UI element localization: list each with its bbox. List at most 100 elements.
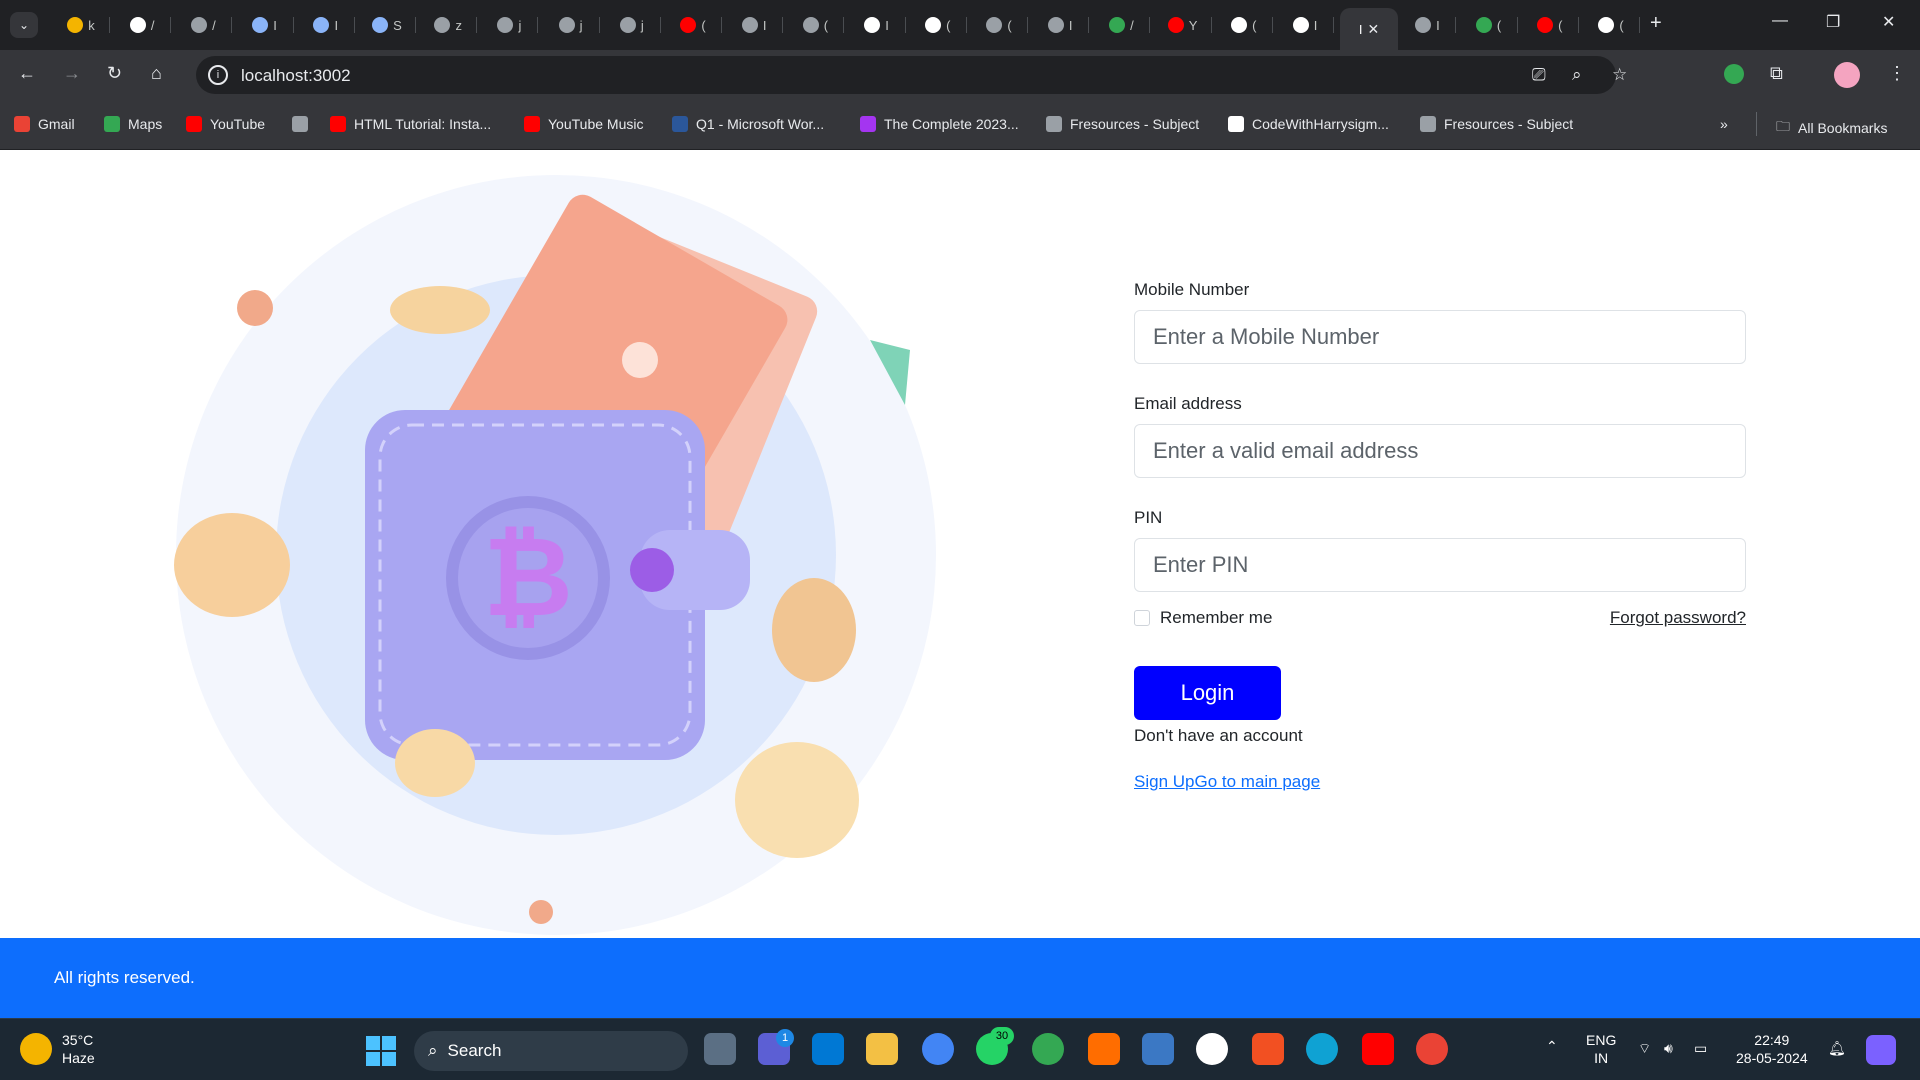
github-icon[interactable] (1196, 1033, 1228, 1065)
mobile-number-input[interactable] (1134, 310, 1746, 364)
browser-tab[interactable]: I (297, 8, 355, 42)
wallet: ₿ (365, 410, 750, 760)
notification-bell-icon[interactable]: 🔔︎ (1828, 1039, 1846, 1057)
restore-icon[interactable]: ❐ (1826, 12, 1840, 32)
bookmark-item[interactable]: Maps (104, 116, 162, 132)
task-view-icon[interactable] (704, 1033, 736, 1065)
back-arrow-icon[interactable]: ← (18, 63, 36, 84)
browser-tab[interactable]: k (52, 8, 110, 42)
browser-tab[interactable]: j (542, 8, 600, 42)
copilot-icon[interactable] (1866, 1035, 1896, 1065)
bookmark-item[interactable]: YouTube Music (524, 116, 643, 132)
forgot-password-link[interactable]: Forgot password? (1610, 608, 1746, 628)
vscode-icon[interactable] (812, 1033, 844, 1065)
python-icon[interactable] (1142, 1033, 1174, 1065)
browser-tab[interactable]: ( (970, 8, 1028, 42)
url-text[interactable]: localhost:3002 (241, 66, 351, 86)
browser-tab[interactable]: j (480, 8, 539, 42)
start-windows-icon[interactable] (366, 1036, 396, 1066)
close-window-icon[interactable]: ✕ (1882, 12, 1895, 32)
bookmark-item[interactable]: HTML Tutorial: Insta... (330, 116, 491, 132)
browser-tab[interactable]: / (113, 8, 172, 42)
tab-label: ( (946, 17, 951, 33)
browser-tab[interactable]: I (725, 8, 784, 42)
tab-favicon-icon (558, 17, 575, 33)
browser-tab[interactable]: I (236, 8, 294, 42)
battery-icon[interactable]: ▭ (1694, 1039, 1707, 1057)
extension-green-icon[interactable] (1724, 64, 1744, 84)
bookmark-star-icon[interactable]: ☆ (1612, 65, 1627, 85)
all-bookmarks-button[interactable]: 🗀 All Bookmarks (1776, 116, 1887, 140)
weather-widget[interactable]: 35°C Haze (20, 1031, 95, 1067)
chrome-profile-icon[interactable] (1032, 1033, 1064, 1065)
wifi-icon[interactable]: ⌔ (1638, 1039, 1651, 1057)
remember-me-checkbox[interactable] (1134, 610, 1150, 626)
close-tab-icon[interactable]: ✕ (1367, 21, 1379, 38)
browser-tab[interactable]: ( (909, 8, 967, 42)
browser-tab[interactable]: Y (1154, 8, 1212, 42)
edge-icon[interactable] (1306, 1033, 1338, 1065)
microsoft-store-icon[interactable] (1252, 1033, 1284, 1065)
browser-tab[interactable]: / (1092, 8, 1151, 42)
reload-icon[interactable]: ↻ (107, 63, 122, 84)
remember-me-label: Remember me (1160, 608, 1273, 627)
browser-tab[interactable]: I (1398, 8, 1457, 42)
bookmark-item[interactable] (292, 116, 308, 132)
tab-separator (476, 17, 478, 33)
volume-icon[interactable]: 🔊︎ (1664, 1039, 1673, 1057)
browser-tab[interactable]: ( (1582, 8, 1640, 42)
browser-tab[interactable]: ( (1521, 8, 1579, 42)
install-app-icon[interactable]: ⎚ (1532, 65, 1546, 85)
browser-tab[interactable]: / (174, 8, 233, 42)
browser-tab[interactable]: j (603, 8, 661, 42)
minimize-icon[interactable]: — (1772, 12, 1788, 30)
browser-tab[interactable]: z (419, 8, 478, 42)
browser-tab[interactable]: ( (1215, 8, 1273, 42)
language-indicator[interactable]: ENG IN (1586, 1031, 1616, 1067)
email-input[interactable] (1134, 424, 1746, 478)
home-icon[interactable]: ⌂ (151, 63, 162, 84)
more-menu-icon[interactable]: ⋮ (1888, 63, 1906, 84)
browser-tab[interactable]: ( (786, 8, 845, 42)
bookmark-item[interactable]: Q1 - Microsoft Wor... (672, 116, 824, 132)
pin-input[interactable] (1134, 538, 1746, 592)
browser-tab[interactable]: I (1031, 8, 1090, 42)
bookmark-item[interactable]: Fresources - Subject (1420, 116, 1573, 132)
login-button[interactable]: Login (1134, 666, 1281, 720)
bookmarks-overflow-icon[interactable]: » (1720, 116, 1728, 132)
browser-tab[interactable]: S (358, 8, 416, 42)
new-tab-button[interactable]: + (1650, 12, 1662, 35)
active-browser-tab[interactable]: I ✕ (1340, 8, 1398, 50)
bookmark-label: HTML Tutorial: Insta... (354, 116, 492, 132)
address-bar[interactable]: i localhost:3002 ⎚ ⌕ ☆ (196, 56, 1627, 94)
file-explorer-icon[interactable] (866, 1033, 898, 1065)
forward-arrow-icon[interactable]: → (63, 63, 81, 84)
profile-avatar[interactable] (1834, 62, 1860, 88)
app-orange-icon[interactable] (1088, 1033, 1120, 1065)
tab-favicon-icon (925, 17, 942, 33)
chrome-icon[interactable] (922, 1033, 954, 1065)
browser-tab[interactable]: I (848, 8, 906, 42)
site-info-icon[interactable]: i (208, 65, 228, 85)
bookmark-item[interactable]: Gmail (14, 116, 75, 132)
bookmark-item[interactable]: CodeWithHarrysigm... (1228, 116, 1389, 132)
browser-tab[interactable]: I (1276, 8, 1334, 42)
clock[interactable]: 22:49 28-05-2024 (1736, 1031, 1808, 1067)
bookmark-item[interactable]: YouTube (186, 116, 265, 132)
tab-label: / (212, 17, 216, 33)
extensions-puzzle-icon[interactable]: ⧉ (1770, 63, 1783, 84)
tab-search-button[interactable]: ⌄ (10, 12, 38, 38)
tab-label: I (273, 17, 277, 33)
bookmark-label: CodeWithHarrysigm... (1252, 116, 1389, 132)
taskbar-search[interactable]: ⌕ Search (414, 1031, 688, 1071)
bookmark-item[interactable]: The Complete 2023... (860, 116, 1019, 132)
browser-tab[interactable]: ( (664, 8, 722, 42)
browser-tab[interactable]: ( (1460, 8, 1518, 42)
chrome-2-icon[interactable] (1416, 1033, 1448, 1065)
tab-favicon-icon (1109, 17, 1126, 33)
bookmark-item[interactable]: Fresources - Subject (1046, 116, 1199, 132)
zoom-icon[interactable]: ⌕ (1572, 65, 1582, 85)
tray-chevron-icon[interactable]: ⌃ (1546, 1037, 1558, 1055)
youtube-icon[interactable] (1362, 1033, 1394, 1065)
signup-link[interactable]: Sign UpGo to main page (1134, 772, 1746, 792)
